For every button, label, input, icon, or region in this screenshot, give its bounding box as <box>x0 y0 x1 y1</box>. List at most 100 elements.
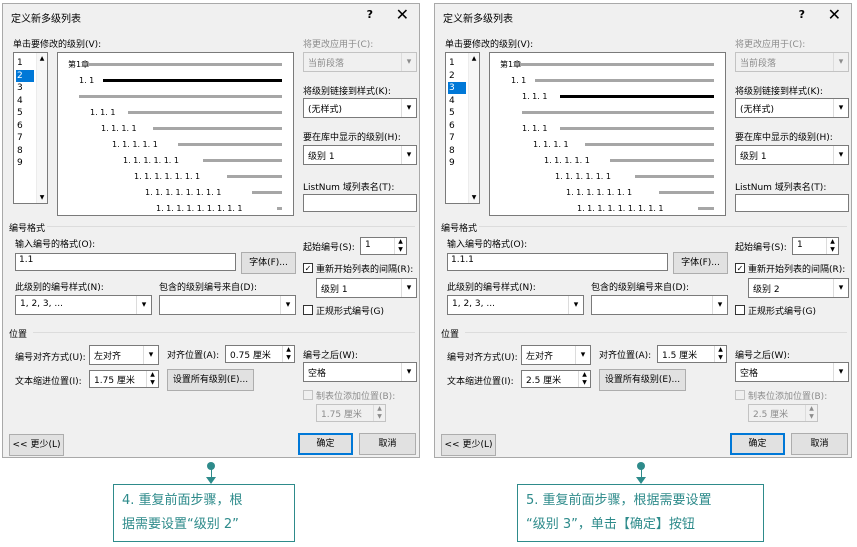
cancel-button[interactable]: 取消 <box>791 433 848 455</box>
less-button[interactable]: << 更少(L) <box>9 434 64 456</box>
level-item[interactable]: 3 <box>16 82 34 94</box>
aligned-at-label: 对齐位置(A): <box>167 351 220 361</box>
level-listbox[interactable]: 123456789 ▲ ▼ <box>13 52 48 204</box>
legal-numbering-checkbox[interactable] <box>735 305 745 315</box>
spin-down-icon[interactable]: ▼ <box>146 379 158 387</box>
alignment-dropdown[interactable]: 左对齐 ▾ <box>89 345 159 365</box>
scroll-up-icon[interactable]: ▲ <box>37 55 47 62</box>
number-format-input[interactable]: 1.1.1 <box>447 253 668 271</box>
start-at-label: 起始编号(S): <box>303 243 355 253</box>
text-indent-spinner[interactable]: 1.75 厘米 ▲ ▼ <box>89 370 159 388</box>
preview-number: 1. 1. 1. 1. 1. 1. 1. 1 <box>145 188 222 197</box>
aligned-at-label: 对齐位置(A): <box>599 351 652 361</box>
less-button[interactable]: << 更少(L) <box>441 434 496 456</box>
gallery-level-dropdown[interactable]: 级别 1 ▾ <box>303 145 417 165</box>
level-listbox[interactable]: 123456789 ▲ ▼ <box>445 52 480 204</box>
preview-number: 1. 1 <box>79 76 95 85</box>
level-item[interactable]: 7 <box>16 132 34 144</box>
spin-down-icon[interactable]: ▼ <box>826 246 838 254</box>
follow-number-dropdown[interactable]: 空格 ▾ <box>303 362 417 382</box>
spin-up-icon[interactable]: ▲ <box>578 371 590 379</box>
level-item[interactable]: 1 <box>448 57 466 69</box>
level-item[interactable]: 8 <box>448 145 466 157</box>
spin-down-icon[interactable]: ▼ <box>282 354 294 362</box>
legal-numbering-checkbox[interactable] <box>303 305 313 315</box>
listnum-input[interactable] <box>303 194 417 212</box>
level-item[interactable]: 4 <box>448 95 466 107</box>
level-item[interactable]: 5 <box>16 107 34 119</box>
chevron-down-icon: ▾ <box>833 279 848 297</box>
level-list-scrollbar[interactable]: ▲ ▼ <box>36 53 47 203</box>
restart-checkbox[interactable]: ✓ <box>735 263 745 273</box>
level-item[interactable]: 1 <box>16 57 34 69</box>
scroll-down-icon[interactable]: ▼ <box>37 194 47 201</box>
start-at-spinner[interactable]: 1 ▲ ▼ <box>792 237 839 255</box>
include-from-dropdown[interactable]: ▾ <box>591 295 728 315</box>
gallery-level-label: 要在库中显示的级别(H): <box>735 133 833 143</box>
ok-button[interactable]: 确定 <box>730 433 785 455</box>
help-icon[interactable]: ? <box>799 8 805 21</box>
level-item[interactable]: 6 <box>16 120 34 132</box>
close-icon[interactable]: ✕ <box>396 5 409 24</box>
aligned-at-spinner[interactable]: 0.75 厘米 ▲ ▼ <box>225 345 295 363</box>
level-item[interactable]: 8 <box>16 145 34 157</box>
spin-up-icon[interactable]: ▲ <box>282 346 294 354</box>
level-item[interactable]: 4 <box>16 95 34 107</box>
number-style-dropdown[interactable]: 1, 2, 3, ... ▾ <box>447 295 584 315</box>
preview-number: 1. 1 <box>511 76 527 85</box>
ok-button[interactable]: 确定 <box>298 433 353 455</box>
gallery-level-dropdown[interactable]: 级别 1 ▾ <box>735 145 849 165</box>
set-all-levels-button[interactable]: 设置所有级别(E)... <box>167 369 254 391</box>
spin-up-icon[interactable]: ▲ <box>714 346 726 354</box>
scroll-up-icon[interactable]: ▲ <box>469 55 479 62</box>
set-all-levels-button[interactable]: 设置所有级别(E)... <box>599 369 686 391</box>
restart-label: 重新开始列表的间隔(R): <box>316 265 414 275</box>
level-item[interactable]: 7 <box>448 132 466 144</box>
level-item[interactable]: 2 <box>16 69 34 82</box>
level-list-scrollbar[interactable]: ▲ ▼ <box>468 53 479 203</box>
preview-line: 第1章 <box>500 59 714 70</box>
number-style-dropdown[interactable]: 1, 2, 3, ... ▾ <box>15 295 152 315</box>
scroll-down-icon[interactable]: ▼ <box>469 194 479 201</box>
font-button[interactable]: 字体(F)... <box>241 252 296 274</box>
alignment-label: 编号对齐方式(U): <box>15 353 86 363</box>
link-style-dropdown[interactable]: (无样式) ▾ <box>735 98 849 118</box>
level-item[interactable]: 5 <box>448 107 466 119</box>
level-item[interactable]: 3 <box>448 82 466 94</box>
listnum-input[interactable] <box>735 194 849 212</box>
level-item[interactable]: 9 <box>448 157 466 169</box>
spin-down-icon[interactable]: ▼ <box>394 246 406 254</box>
link-style-dropdown[interactable]: (无样式) ▾ <box>303 98 417 118</box>
spin-up-icon[interactable]: ▲ <box>826 238 838 246</box>
font-button[interactable]: 字体(F)... <box>673 252 728 274</box>
follow-number-dropdown[interactable]: 空格 ▾ <box>735 362 849 382</box>
spin-up-icon[interactable]: ▲ <box>146 371 158 379</box>
restart-checkbox[interactable]: ✓ <box>303 263 313 273</box>
text-indent-spinner[interactable]: 2.5 厘米 ▲ ▼ <box>521 370 591 388</box>
include-from-dropdown[interactable]: ▾ <box>159 295 296 315</box>
level-item[interactable]: 2 <box>448 70 466 82</box>
alignment-dropdown[interactable]: 左对齐 ▾ <box>521 345 591 365</box>
preview-line: 1. 1 <box>79 75 282 86</box>
chevron-down-icon: ▾ <box>136 296 151 314</box>
close-icon[interactable]: ✕ <box>828 5 841 24</box>
spin-down-icon[interactable]: ▼ <box>578 379 590 387</box>
level-item[interactable]: 9 <box>16 157 34 169</box>
number-format-input[interactable]: 1.1 <box>15 253 236 271</box>
restart-level-dropdown[interactable]: 级别 1 ▾ <box>316 278 417 298</box>
restart-level-dropdown[interactable]: 级别 2 ▾ <box>748 278 849 298</box>
aligned-at-spinner[interactable]: 1.5 厘米 ▲ ▼ <box>657 345 727 363</box>
enter-format-label: 输入编号的格式(O): <box>15 240 96 250</box>
help-icon[interactable]: ? <box>367 8 373 21</box>
preview-text-bar <box>87 63 282 66</box>
preview-number: 1. 1. 1 <box>522 124 548 133</box>
preview-text-bar <box>698 207 714 210</box>
preview-text-bar <box>659 191 714 194</box>
cancel-button[interactable]: 取消 <box>359 433 416 455</box>
preview-number: 第1章 <box>500 60 522 69</box>
spin-up-icon[interactable]: ▲ <box>394 238 406 246</box>
spin-down-icon[interactable]: ▼ <box>714 354 726 362</box>
preview-number: 1. 1. 1. 1 <box>101 124 137 133</box>
start-at-spinner[interactable]: 1 ▲ ▼ <box>360 237 407 255</box>
level-item[interactable]: 6 <box>448 120 466 132</box>
